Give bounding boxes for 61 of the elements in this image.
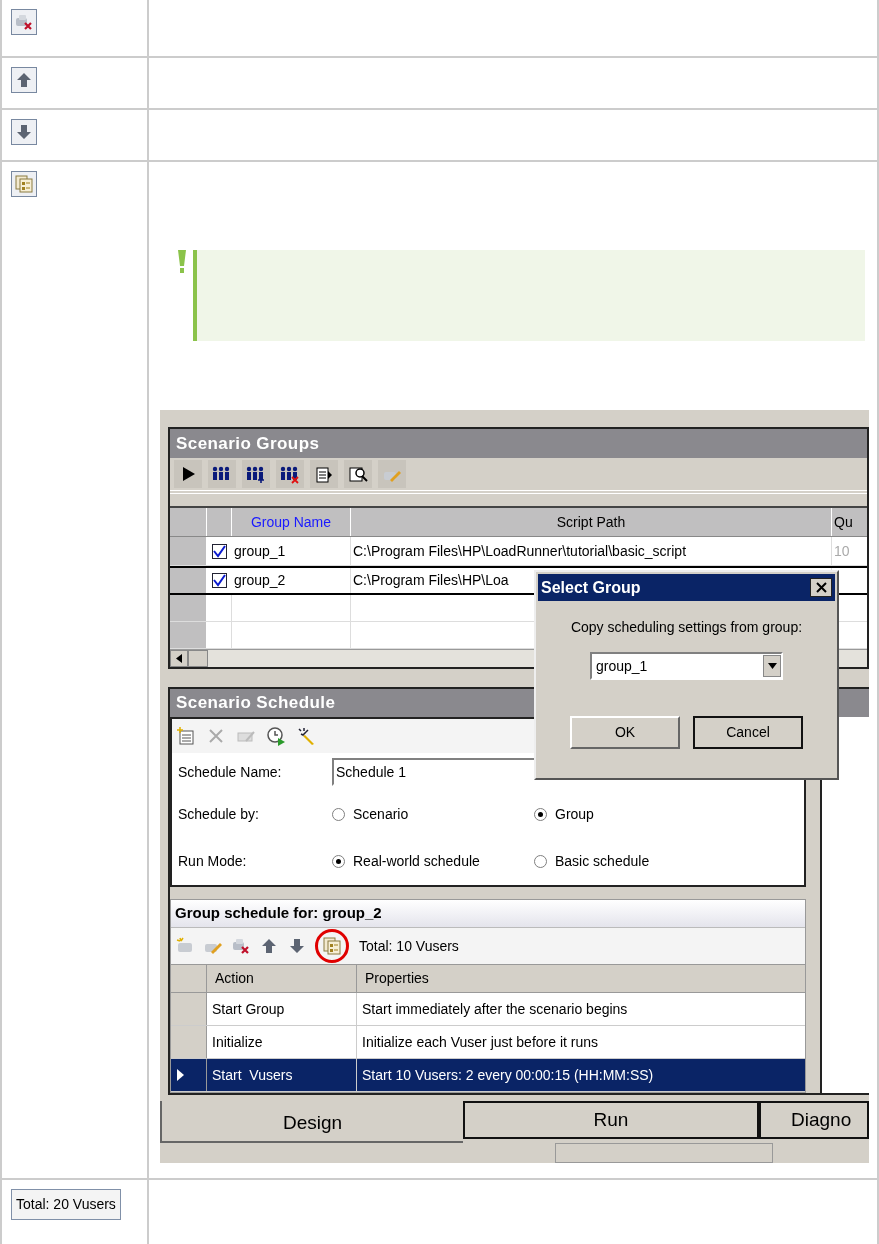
group-dropdown[interactable]: group_1 (590, 652, 783, 680)
radio-label: Real-world schedule (353, 852, 480, 871)
table-cell: Start Vusers (207, 1059, 357, 1091)
add-users-icon[interactable] (246, 464, 266, 484)
row-pointer-icon (177, 1069, 184, 1081)
radio-button[interactable] (534, 808, 547, 821)
copy-icon[interactable] (14, 174, 34, 194)
wizard-icon[interactable] (296, 726, 316, 746)
delete-icon[interactable] (14, 12, 34, 32)
tab[interactable]: Design (160, 1101, 463, 1143)
table-cell: Initialize (207, 1026, 357, 1058)
panel-title: Scenario Schedule (176, 692, 336, 715)
section-title: Group schedule for: group_2 (175, 903, 382, 924)
table-row[interactable]: group_1 C:\Program Files\HP\LoadRunner\tutorial\basic_script 10 (170, 537, 867, 566)
field-label: Run Mode: (178, 852, 248, 871)
table-row[interactable]: Start Group Start immediately after the scenario begins (171, 993, 805, 1026)
checkbox[interactable] (212, 543, 227, 559)
dialog-prompt: Copy scheduling settings from group: (569, 618, 804, 637)
checkbox[interactable] (212, 573, 227, 588)
delete-icon[interactable] (231, 936, 251, 956)
table-cell-text: Start immediately after the scenario begins (361, 999, 629, 1019)
dropdown-arrow-icon (767, 663, 777, 669)
scroll-thumb[interactable] (188, 650, 208, 667)
table-cell: C:\Program Files\HP\LoadRunner\tutorial\basic_script (351, 537, 832, 565)
field-label: Schedule by: (178, 805, 260, 824)
column-header[interactable]: Script Path (351, 508, 832, 536)
total-button[interactable]: Total: 20 Vusers (11, 1189, 121, 1220)
exclamation-icon (177, 250, 187, 273)
radio-button[interactable] (534, 855, 547, 868)
column-header[interactable]: Action (207, 965, 357, 992)
tab[interactable]: Run (463, 1101, 759, 1139)
search-icon[interactable] (348, 464, 368, 484)
close-icon (815, 582, 827, 593)
properties-icon[interactable] (314, 464, 334, 484)
close-button[interactable] (810, 578, 832, 597)
left-arrow-icon (176, 654, 182, 663)
radio-label: Scenario (353, 805, 409, 824)
cancel-button[interactable]: Cancel (693, 716, 803, 749)
table-row[interactable]: Start Vusers Start 10 Vusers: 2 every 00:00:15 (HH:MM:SS) (171, 1059, 805, 1092)
table-cell: group_2 (232, 568, 351, 593)
field-label: Schedule Name: (178, 762, 283, 782)
ok-button[interactable]: OK (570, 716, 680, 749)
table-cell-text: Start 10 Vusers: 2 every 00:00:15 (HH:MM:SS) (361, 1065, 655, 1085)
column-header[interactable]: Properties (357, 965, 805, 992)
table-cell: Start Group (207, 993, 357, 1025)
clock-icon[interactable] (266, 726, 286, 746)
remove-users-icon[interactable] (280, 464, 300, 484)
radio-button[interactable] (332, 808, 345, 821)
column-header[interactable]: Group Name (232, 508, 351, 536)
radio-button[interactable] (332, 855, 345, 868)
radio-label: Group (555, 805, 594, 824)
table-cell-text: 10 (833, 541, 851, 561)
column-header[interactable]: Qu (832, 508, 867, 536)
tab[interactable]: Diagno (759, 1101, 869, 1139)
table-cell: group_1 (232, 537, 351, 565)
scroll-left-button[interactable] (170, 650, 188, 667)
radio-label: Basic schedule (555, 852, 650, 871)
copy-icon[interactable] (322, 936, 342, 956)
table-cell-text: Initialize each Vuser just before it runs (361, 1032, 600, 1052)
panel-title: Scenario Groups (176, 432, 320, 455)
total-label: Total: 10 Vusers (359, 936, 459, 956)
